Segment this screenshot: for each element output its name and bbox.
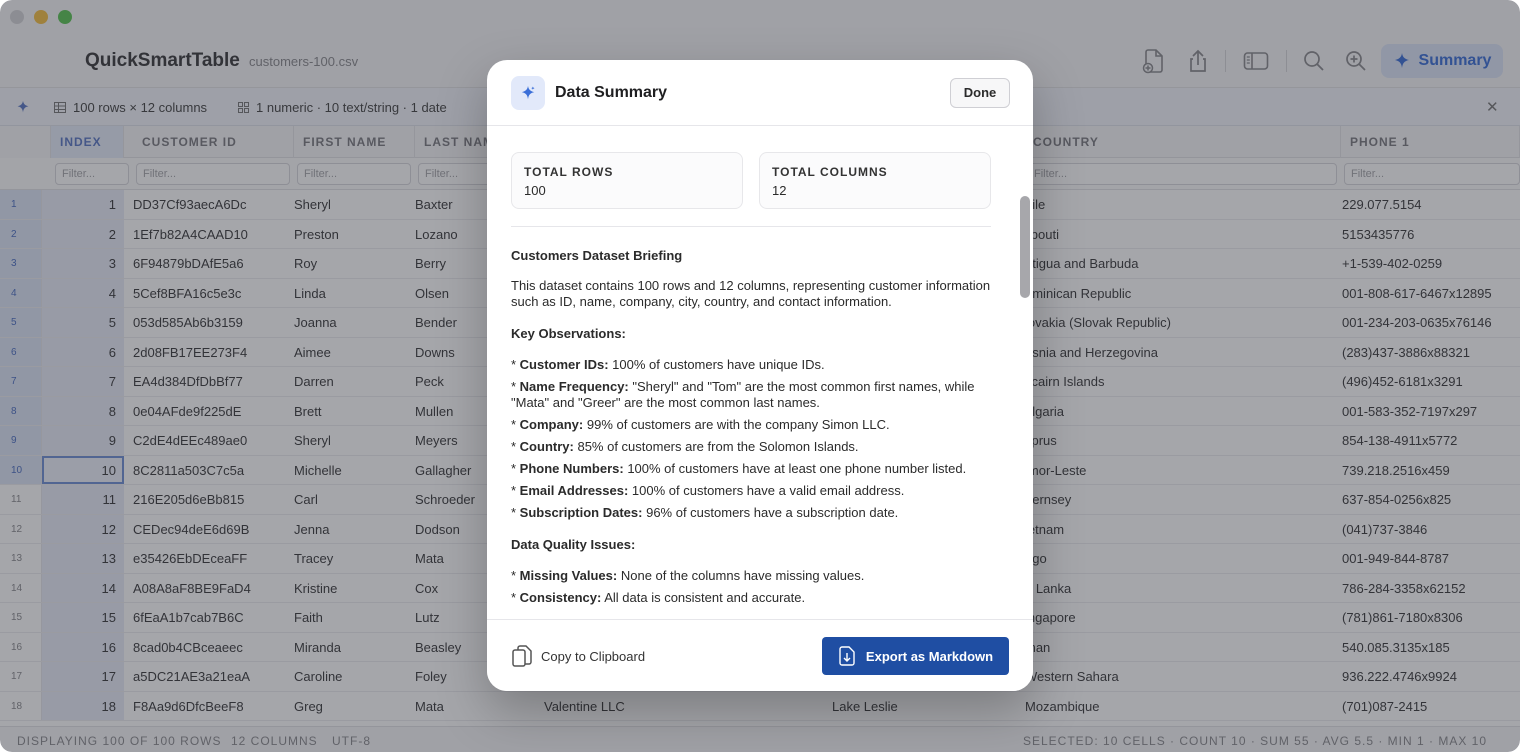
dialog-title: Data Summary [555, 84, 668, 101]
bullet-text: 100% of customers have a valid email add… [631, 483, 905, 498]
bullet-text: All data is consistent and accurate. [604, 590, 806, 605]
copy-to-clipboard-button[interactable]: Copy to Clipboard [511, 644, 645, 668]
bullet-key: Email Addresses: [519, 483, 629, 498]
done-button[interactable]: Done [950, 78, 1010, 108]
bullet-key: Missing Values: [519, 568, 618, 583]
summary-bullet: * Subscription Dates: 96% of customers h… [511, 505, 899, 520]
dialog-header: Data Summary Done [487, 60, 1033, 126]
copy-label: Copy to Clipboard [541, 648, 646, 664]
summary-bullet: * Consistency: All data is consistent an… [511, 590, 806, 605]
dialog-body[interactable]: TOTAL ROWS 100 TOTAL COLUMNS 12 Customer… [487, 126, 1033, 619]
bullet-key: Phone Numbers: [519, 461, 624, 476]
bullet-key: Name Frequency: [519, 379, 629, 394]
data-summary-dialog: Data Summary Done TOTAL ROWS 100 TOTAL C… [487, 60, 1033, 691]
export-markdown-button[interactable]: Export as Markdown [822, 637, 1009, 675]
summary-bullet: * Country: 85% of customers are from the… [511, 439, 859, 454]
summary-bullet: * Customer IDs: 100% of customers have u… [511, 357, 825, 372]
summary-bullet: * Phone Numbers: 100% of customers have … [511, 461, 967, 476]
dialog-scrollbar[interactable] [1020, 196, 1030, 298]
summary-content: Customers Dataset Briefing This dataset … [511, 248, 991, 612]
bullet-text: 100% of customers have at least one phon… [627, 461, 967, 476]
sparkle-icon [511, 76, 545, 110]
observations-list: * Customer IDs: 100% of customers have u… [511, 357, 991, 521]
bullet-key: Country: [519, 439, 574, 454]
bullet-key: Company: [519, 417, 584, 432]
dialog-footer: Copy to Clipboard Export as Markdown [487, 619, 1033, 691]
bullet-key: Subscription Dates: [519, 505, 643, 520]
summary-bullet: * Missing Values: None of the columns ha… [511, 568, 865, 583]
briefing-text: This dataset contains 100 rows and 12 co… [511, 278, 991, 309]
quality-list: * Missing Values: None of the columns ha… [511, 568, 991, 606]
summary-bullet: * Name Frequency: "Sheryl" and "Tom" are… [511, 379, 975, 410]
quality-heading: Data Quality Issues: [511, 537, 636, 552]
total-rows-value: 100 [524, 183, 546, 198]
total-columns-label: TOTAL COLUMNS [772, 165, 888, 179]
total-rows-card: TOTAL ROWS 100 [511, 152, 743, 209]
total-columns-card: TOTAL COLUMNS 12 [759, 152, 991, 209]
briefing-heading: Customers Dataset Briefing [511, 248, 683, 263]
bullet-text: 99% of customers are with the company Si… [586, 417, 890, 432]
bullet-text: 100% of customers have unique IDs. [612, 357, 825, 372]
observations-heading: Key Observations: [511, 326, 626, 341]
export-label: Export as Markdown [865, 648, 994, 664]
summary-bullet: * Email Addresses: 100% of customers hav… [511, 483, 905, 498]
download-file-icon [839, 646, 855, 666]
bullet-text: None of the columns have missing values. [620, 568, 865, 583]
total-rows-label: TOTAL ROWS [524, 165, 614, 179]
bullet-text: 85% of customers are from the Solomon Is… [577, 439, 859, 454]
app-window: QuickSmartTable customers-100.csv Summar… [0, 0, 1520, 752]
copy-icon [512, 645, 532, 667]
bullet-text: 96% of customers have a subscription dat… [646, 505, 899, 520]
bullet-key: Consistency: [519, 590, 602, 605]
total-columns-value: 12 [772, 183, 787, 198]
bullet-key: Customer IDs: [519, 357, 609, 372]
summary-bullet: * Company: 99% of customers are with the… [511, 417, 890, 432]
